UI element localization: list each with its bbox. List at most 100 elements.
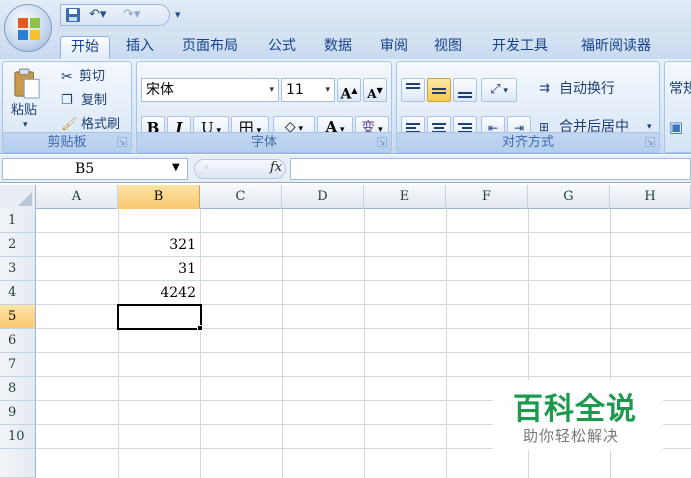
align-bottom-button[interactable]: [453, 78, 477, 102]
gridline: [200, 209, 201, 478]
font-name-value: 宋体: [146, 82, 174, 98]
fill-handle[interactable]: [197, 325, 203, 331]
tab-page-layout[interactable]: 页面布局: [172, 36, 248, 59]
tab-foxit-reader[interactable]: 福昕阅读器: [568, 36, 664, 59]
font-size-combobox[interactable]: 11 ▾: [281, 78, 335, 102]
align-top-button[interactable]: [401, 78, 425, 102]
gridline: [36, 376, 691, 377]
cut-button[interactable]: ✂ 剪切: [61, 68, 131, 88]
alignment-dialog-launcher-icon[interactable]: ↘: [645, 137, 655, 147]
tab-formulas[interactable]: 公式: [258, 36, 306, 59]
gridline: [446, 209, 447, 478]
chevron-down-icon: ▾: [325, 85, 330, 95]
row-header-2[interactable]: 2: [0, 233, 36, 257]
clipboard-dialog-launcher-icon[interactable]: ↘: [117, 137, 127, 147]
column-headers: A B C D E F G H: [0, 185, 691, 209]
shrink-font-button[interactable]: A▼: [363, 78, 387, 102]
copy-icon: ❐: [61, 93, 73, 108]
row-header-6[interactable]: 6: [0, 329, 36, 353]
tab-review[interactable]: 审阅: [370, 36, 418, 59]
font-group: 宋体 ▾ 11 ▾ A▲ A▼ B I U ▾ 田 ▾ ◇ ▾ A ▾ 变 ▾ …: [136, 61, 392, 153]
row-header-11[interactable]: [0, 449, 36, 478]
wrap-text-label: 自动换行: [559, 81, 615, 97]
column-header-h[interactable]: H: [610, 185, 691, 209]
active-cell-b5[interactable]: [117, 304, 202, 330]
watermark-title: 百科全说: [513, 392, 637, 427]
row-header-3[interactable]: 3: [0, 257, 36, 281]
insert-function-button[interactable]: fx: [270, 160, 282, 175]
cell-b2[interactable]: 321: [118, 233, 200, 257]
ribbon-tabs: 开始 插入 页面布局 公式 数据 审阅 视图 开发工具 福昕阅读器: [0, 32, 691, 59]
row-header-7[interactable]: 7: [0, 353, 36, 377]
text-orientation-icon: ⤢: [490, 82, 501, 97]
select-all-button[interactable]: [0, 185, 36, 209]
font-group-label: 字体: [137, 132, 391, 152]
formula-input[interactable]: [290, 158, 691, 180]
tab-developer[interactable]: 开发工具: [480, 36, 560, 59]
align-middle-button[interactable]: [427, 78, 451, 102]
office-logo-icon: [18, 18, 40, 40]
column-header-g[interactable]: G: [528, 185, 610, 209]
grow-font-label: A: [340, 86, 352, 103]
row-header-1[interactable]: 1: [0, 209, 36, 233]
column-header-e[interactable]: E: [364, 185, 446, 209]
grow-font-button[interactable]: A▲: [337, 78, 361, 103]
row-header-9[interactable]: 9: [0, 401, 36, 425]
number-format-combobox[interactable]: 常规: [669, 80, 691, 98]
row-header-10[interactable]: 10: [0, 425, 36, 449]
paste-icon: [14, 68, 40, 99]
row-header-4[interactable]: 4: [0, 281, 36, 305]
align-top-icon: [406, 83, 420, 89]
alignment-group: ⤢ ▾ ⇉ 自动换行 ⇤ ⇥ ⊞ 合并后居中 ▾ 对齐方式 ↘: [396, 61, 660, 153]
clipboard-group: 粘贴 ▾ ✂ 剪切 ❐ 复制 🖌 格式刷 剪贴板 ↘: [2, 61, 132, 153]
column-header-d[interactable]: D: [282, 185, 364, 209]
column-header-b[interactable]: B: [118, 185, 200, 209]
office-button[interactable]: [4, 4, 52, 52]
font-name-combobox[interactable]: 宋体 ▾: [141, 78, 279, 102]
redo-icon[interactable]: ↷▾: [123, 7, 140, 23]
formula-bar: B5 ▼ ◦ fx: [0, 155, 691, 183]
ribbon: 粘贴 ▾ ✂ 剪切 ❐ 复制 🖌 格式刷 剪贴板 ↘ 宋体 ▾ 11 ▾ A▲ …: [0, 59, 691, 154]
copy-label: 复制: [81, 93, 108, 108]
grip-icon: ◦: [203, 161, 210, 174]
cell-b3[interactable]: 31: [118, 257, 200, 281]
row-header-8[interactable]: 8: [0, 377, 36, 401]
scissors-icon: ✂: [61, 69, 73, 85]
gridline: [282, 209, 283, 478]
chevron-down-icon: ▾: [269, 85, 274, 95]
currency-format-icon[interactable]: ▣: [669, 118, 683, 136]
alignment-group-label: 对齐方式: [397, 132, 659, 152]
cut-label: 剪切: [79, 69, 106, 84]
tab-data[interactable]: 数据: [314, 36, 362, 59]
paste-button[interactable]: 粘贴 ▾: [7, 66, 47, 130]
font-dialog-launcher-icon[interactable]: ↘: [377, 137, 387, 147]
customize-icon[interactable]: ▾: [175, 7, 181, 23]
excel-window: ↶▾ ↷▾ ▾ 开始 插入 页面布局 公式 数据 审阅 视图 开发工具 福昕阅读…: [0, 0, 691, 478]
cell-b4[interactable]: 4242: [118, 281, 200, 305]
row-header-5[interactable]: 5: [0, 305, 36, 329]
tab-view[interactable]: 视图: [424, 36, 472, 59]
undo-icon[interactable]: ↶▾: [89, 7, 106, 23]
quick-access-toolbar: ↶▾ ↷▾ ▾: [60, 4, 181, 26]
column-header-f[interactable]: F: [446, 185, 528, 209]
watermark-logo: 百科全说 助你轻松解决: [493, 380, 663, 450]
shrink-font-label: A: [367, 87, 377, 101]
save-icon[interactable]: [65, 7, 81, 23]
number-group: 常规 ▣: [664, 61, 691, 153]
wrap-text-button[interactable]: ⇉ 自动换行: [539, 80, 649, 100]
select-all-icon: [18, 192, 32, 206]
chevron-down-icon[interactable]: ▼: [172, 162, 180, 173]
name-box[interactable]: B5: [2, 158, 188, 180]
gridline: [36, 352, 691, 353]
font-size-value: 11: [286, 82, 304, 98]
column-header-a[interactable]: A: [36, 185, 118, 209]
orientation-button[interactable]: ⤢ ▾: [481, 78, 517, 102]
align-middle-icon: [432, 88, 446, 94]
copy-button[interactable]: ❐ 复制: [61, 92, 131, 112]
tab-insert[interactable]: 插入: [118, 36, 162, 59]
tab-home[interactable]: 开始: [60, 36, 110, 59]
wrap-text-icon: ⇉: [539, 81, 550, 96]
column-header-c[interactable]: C: [200, 185, 282, 209]
watermark-subtitle: 助你轻松解决: [523, 427, 620, 445]
align-bottom-icon: [458, 92, 472, 98]
